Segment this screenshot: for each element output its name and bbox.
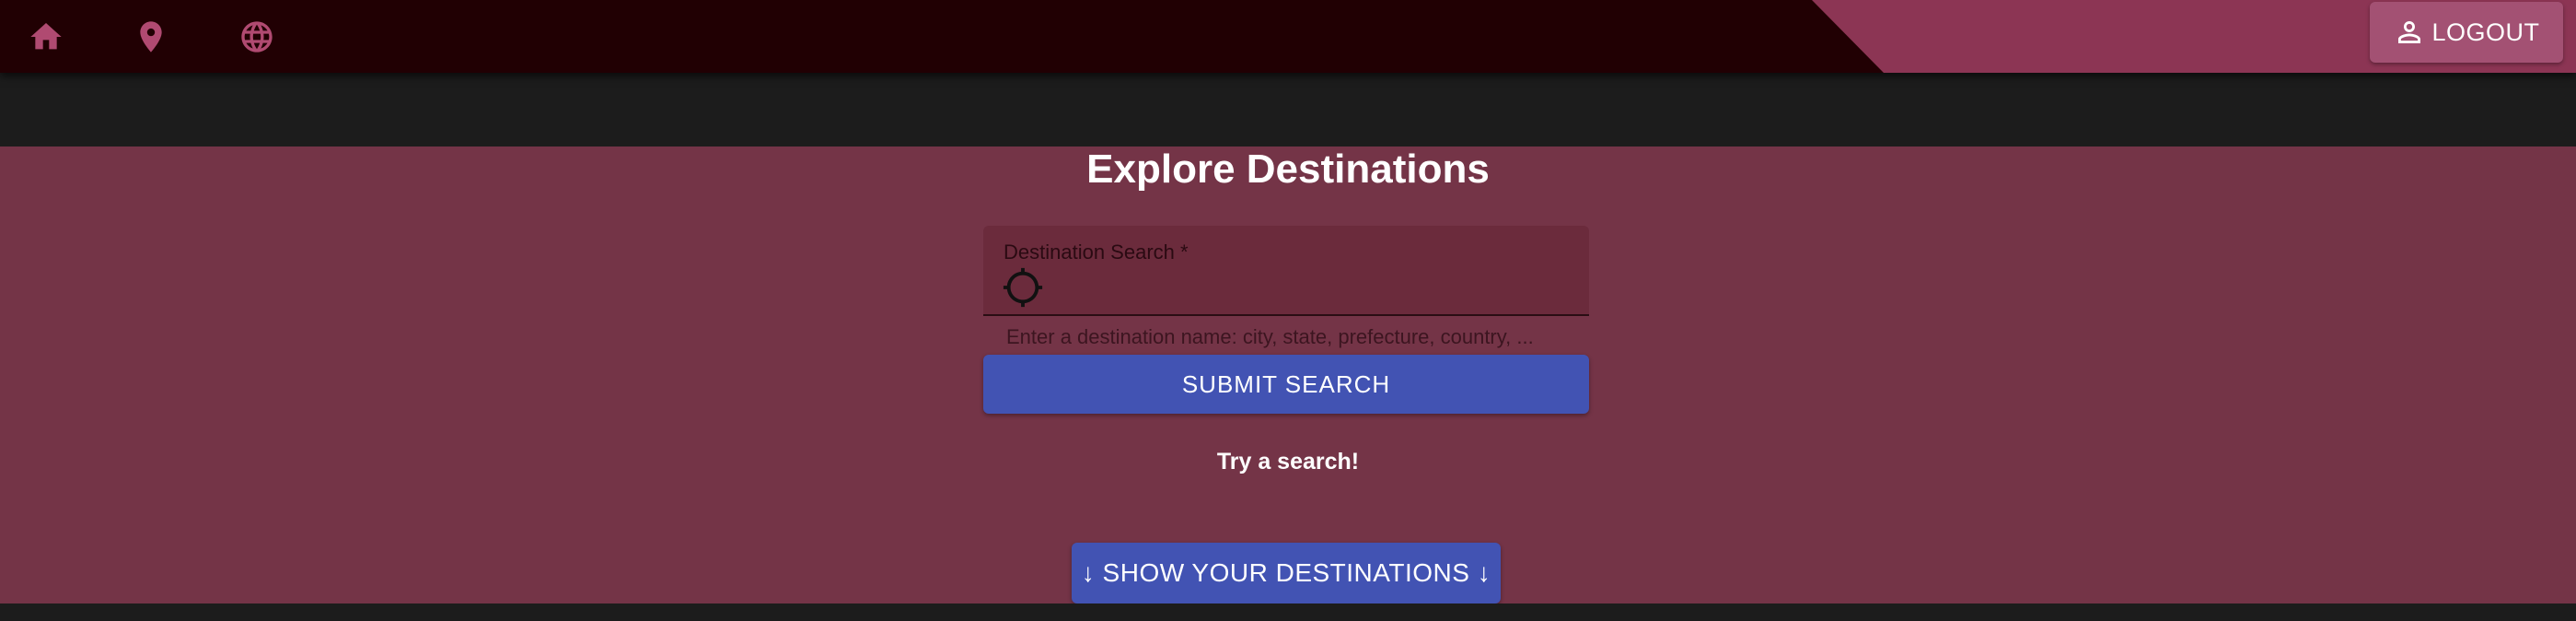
logout-label: LOGOUT (2431, 18, 2540, 46)
main-content: Explore Destinations Destination Search … (0, 146, 2576, 603)
logout-button[interactable]: LOGOUT (2370, 2, 2563, 63)
search-status-text: Try a search! (1216, 449, 1360, 475)
person-icon (2393, 16, 2426, 49)
destination-search-input[interactable] (1057, 270, 1576, 307)
destination-search-label: Destination Search * (1004, 240, 1189, 264)
crosshair-icon[interactable] (1002, 266, 1044, 309)
show-destinations-button[interactable]: ↓ SHOW YOUR DESTINATIONS ↓ (1072, 543, 1501, 603)
submit-search-button[interactable]: SUBMIT SEARCH (983, 355, 1589, 414)
home-icon[interactable] (25, 16, 67, 58)
top-app-bar: LOGOUT (0, 0, 2576, 73)
search-helper-text: Enter a destination name: city, state, p… (1006, 325, 1534, 348)
destination-search-field[interactable]: Destination Search * (983, 226, 1589, 316)
toolbar-spacer (0, 73, 2576, 146)
globe-icon[interactable] (236, 16, 278, 58)
page-title: Explore Destinations (1086, 146, 1490, 192)
location-pin-icon[interactable] (130, 16, 172, 58)
bottom-strip (0, 603, 2576, 621)
